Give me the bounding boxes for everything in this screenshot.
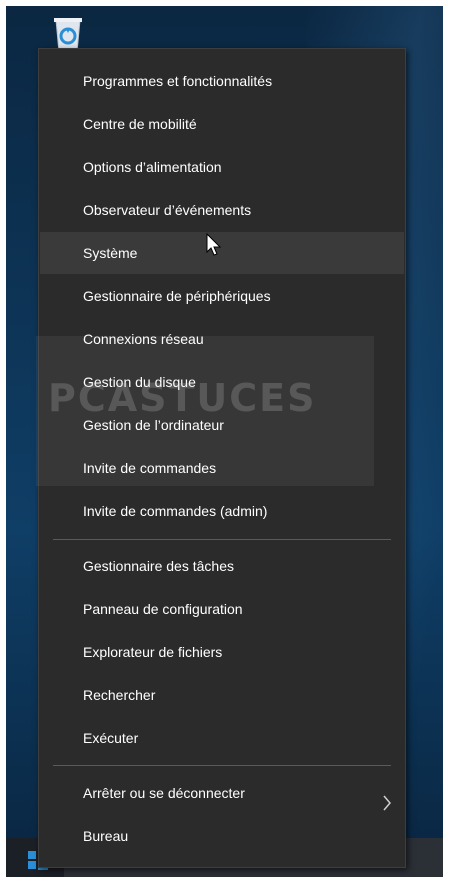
menu-item-power-options[interactable]: Options d’alimentation xyxy=(40,146,404,188)
menu-item-desktop[interactable]: Bureau xyxy=(40,815,404,857)
menu-item-network-connections[interactable]: Connexions réseau xyxy=(40,318,404,360)
menu-item-disk-management[interactable]: Gestion du disque xyxy=(40,361,404,403)
menu-item-task-manager[interactable]: Gestionnaire des tâches xyxy=(40,545,404,587)
menu-item-computer-management[interactable]: Gestion de l’ordinateur xyxy=(40,404,404,446)
desktop: Rechercher sur le Web et dans Windows Pr… xyxy=(6,6,443,877)
menu-item-shutdown-signout[interactable]: Arrêter ou se déconnecter xyxy=(40,772,404,814)
menu-item-label: Arrêter ou se déconnecter xyxy=(83,785,245,801)
menu-item-system[interactable]: Système xyxy=(40,232,404,274)
menu-separator xyxy=(53,765,391,766)
menu-item-device-manager[interactable]: Gestionnaire de périphériques xyxy=(40,275,404,317)
menu-item-search[interactable]: Rechercher xyxy=(40,674,404,716)
menu-separator xyxy=(53,539,391,540)
mouse-cursor-icon xyxy=(206,232,222,257)
menu-item-run[interactable]: Exécuter xyxy=(40,717,404,759)
menu-item-file-explorer[interactable]: Explorateur de fichiers xyxy=(40,631,404,673)
menu-item-programs-features[interactable]: Programmes et fonctionnalités xyxy=(40,60,404,102)
menu-item-event-viewer[interactable]: Observateur d’événements xyxy=(40,189,404,231)
menu-item-command-prompt-admin[interactable]: Invite de commandes (admin) xyxy=(40,490,404,532)
winx-context-menu: Programmes et fonctionnalités Centre de … xyxy=(38,48,406,868)
menu-item-command-prompt[interactable]: Invite de commandes xyxy=(40,447,404,489)
menu-item-control-panel[interactable]: Panneau de configuration xyxy=(40,588,404,630)
chevron-right-icon xyxy=(382,785,392,811)
menu-item-mobility-center[interactable]: Centre de mobilité xyxy=(40,103,404,145)
